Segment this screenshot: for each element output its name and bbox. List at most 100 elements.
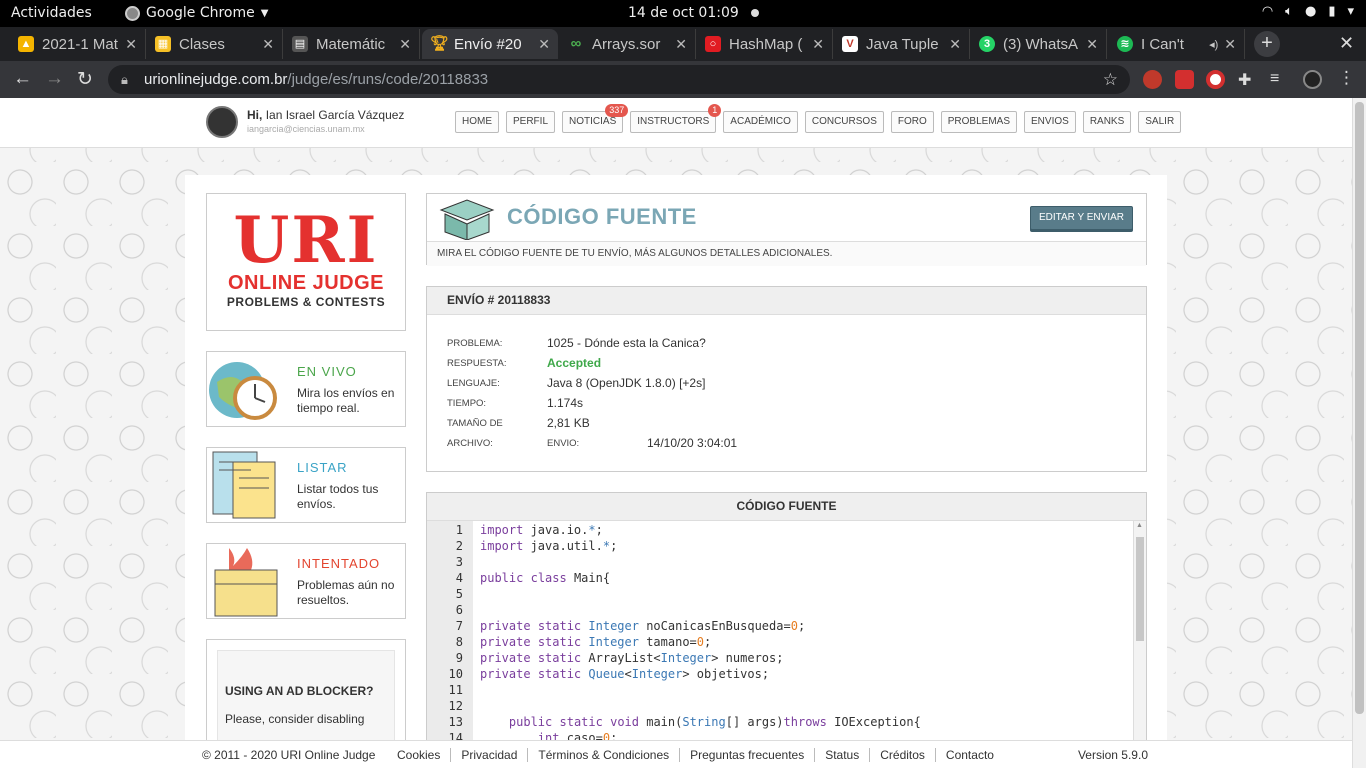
oracle-icon: ○	[705, 36, 721, 52]
nav-label: ACADÉMICO	[730, 116, 791, 127]
nav-foro[interactable]: FORO	[890, 111, 934, 133]
new-tab-button[interactable]: +	[1254, 31, 1280, 57]
avatar[interactable]	[206, 106, 238, 138]
line-number: 8	[455, 635, 463, 649]
tab-0[interactable]: ▲ 2021-1 Mat ✕	[10, 29, 146, 59]
menu-kebab-icon[interactable]: ⋮	[1338, 68, 1355, 88]
nav-noticias[interactable]: NOTICIAS 337	[562, 104, 629, 133]
open-box-icon	[439, 199, 495, 240]
footer-link-status[interactable]: Status	[815, 748, 871, 762]
window-close-icon[interactable]: ✕	[1339, 33, 1354, 54]
tab-7[interactable]: 3 (3) WhatsA ✕	[971, 29, 1107, 59]
nav-academico[interactable]: ACADÉMICO	[723, 111, 798, 133]
adblock-text: Please, consider disabling	[225, 712, 365, 726]
system-tray[interactable]: ◠ 🔈︎ ● ▮ ▾	[1262, 4, 1354, 19]
sidebar-item-intentado[interactable]: INTENTADO Problemas aún no resueltos.	[206, 543, 406, 619]
v-icon: V	[842, 36, 858, 52]
line-number: 5	[455, 587, 463, 601]
close-icon[interactable]: ✕	[399, 36, 411, 53]
sidebar-item-title: INTENTADO	[297, 556, 381, 571]
tab-1[interactable]: ▦ Clases ✕	[147, 29, 283, 59]
code-scrollbar[interactable]: ▲	[1133, 521, 1146, 768]
tab-6[interactable]: V Java Tuple ✕	[834, 29, 970, 59]
address-bar[interactable]: 🔒︎ urionlinejudge.com.br/judge/es/runs/c…	[108, 65, 1130, 94]
tab-8[interactable]: ≋ I Can't ◂) ✕	[1109, 29, 1245, 59]
media-queue-icon[interactable]: ≡	[1270, 70, 1279, 88]
back-icon[interactable]: ←	[13, 68, 32, 90]
nav-label: PERFIL	[513, 116, 549, 127]
code-line: public class Main{	[480, 571, 611, 585]
copyright: © 2011 - 2020 URI Online Judge	[202, 748, 376, 762]
close-icon[interactable]: ✕	[538, 36, 550, 53]
nav-envios[interactable]: ENVIOS	[1024, 111, 1076, 133]
user-greeting: Hi, Ian Israel García Vázquez	[247, 108, 404, 122]
close-icon[interactable]: ✕	[125, 36, 137, 53]
app-menu[interactable]: Google Chrome ▼	[125, 5, 268, 21]
code-line: import java.io.*;	[480, 523, 603, 537]
scroll-up-icon[interactable]: ▲	[1136, 522, 1143, 529]
tab-4[interactable]: ∞ Arrays.sor ✕	[560, 29, 696, 59]
browser-toolbar: ← → ↻ 🔒︎ urionlinejudge.com.br/judge/es/…	[0, 61, 1366, 98]
page-scrollbar[interactable]	[1352, 98, 1366, 768]
whatsapp-icon: 3	[979, 36, 995, 52]
line-number: 13	[448, 715, 463, 729]
bookmark-star-icon[interactable]: ☆	[1103, 65, 1118, 94]
nav-label: PROBLEMAS	[947, 116, 1011, 127]
forward-icon[interactable]: →	[45, 68, 64, 90]
close-icon[interactable]: ✕	[949, 36, 961, 53]
uri-logo[interactable]: URI ONLINE JUDGE PROBLEMS & CONTESTS	[206, 193, 406, 331]
list-documents-icon	[212, 451, 276, 519]
nav-ranks[interactable]: RANKS	[1082, 111, 1132, 133]
close-icon[interactable]: ✕	[1224, 36, 1236, 53]
clock[interactable]: 14 de oct 01:09	[628, 5, 739, 21]
footer-link-cookies[interactable]: Cookies	[397, 748, 452, 762]
trophy-icon: 🏆︎	[430, 35, 450, 52]
code-line: public static void main(String[] args)th…	[508, 715, 921, 729]
code-line: private static Integer tamano=0;	[480, 635, 712, 649]
line-number: 1	[455, 523, 463, 537]
version-label: Version 5.9.0	[1077, 748, 1148, 762]
nav-perfil[interactable]: PERFIL	[506, 111, 556, 133]
tab-label: HashMap (	[729, 35, 803, 53]
tab-2[interactable]: ▤ Matemátic ✕	[284, 29, 420, 59]
line-number: 10	[448, 667, 463, 681]
code-heading: CÓDIGO FUENTE	[427, 493, 1146, 521]
close-icon[interactable]: ✕	[812, 36, 824, 53]
nav-home[interactable]: HOME	[455, 111, 499, 133]
extension-red-icon[interactable]	[1143, 70, 1162, 89]
spotify-icon: ≋	[1117, 36, 1133, 52]
footer-link-contacto[interactable]: Contacto	[936, 748, 1004, 762]
nav-concursos[interactable]: CONCURSOS	[804, 111, 884, 133]
activities-button[interactable]: Actividades	[11, 5, 92, 21]
extension-media-icon[interactable]	[1175, 70, 1194, 89]
line-number: 9	[455, 651, 463, 665]
tab-3[interactable]: 🏆︎ Envío #20 ✕	[422, 29, 558, 59]
sidebar-item-en-vivo[interactable]: EN VIVO Mira los envíos en tiempo real.	[206, 351, 406, 427]
footer-link-privacidad[interactable]: Privacidad	[451, 748, 529, 762]
extension-adblock-icon[interactable]	[1206, 70, 1225, 89]
close-icon[interactable]: ✕	[675, 36, 687, 53]
footer-link-terminos[interactable]: Términos & Condiciones	[528, 748, 681, 762]
puzzle-extensions-icon[interactable]: ✚	[1238, 70, 1251, 90]
app-menu-label: Google Chrome	[146, 5, 255, 21]
site-footer: © 2011 - 2020 URI Online Judge Cookies P…	[0, 740, 1352, 768]
close-icon[interactable]: ✕	[262, 36, 274, 53]
main-nav: HOME PERFIL NOTICIAS 337 INSTRUCTORS 1 ACA…	[455, 104, 1182, 133]
nav-instructors[interactable]: INSTRUCTORS 1	[630, 104, 722, 133]
code-scrollbar-thumb[interactable]	[1136, 537, 1144, 641]
reload-icon[interactable]: ↻	[77, 68, 93, 91]
edit-and-submit-button[interactable]: EDITAR Y ENVIAR	[1029, 206, 1133, 230]
profile-avatar[interactable]	[1303, 70, 1322, 89]
close-icon[interactable]: ✕	[1086, 36, 1098, 53]
tab-5[interactable]: ○ HashMap ( ✕	[697, 29, 833, 59]
nav-salir[interactable]: SALIR	[1138, 111, 1182, 133]
sidebar-item-listar[interactable]: LISTAR Listar todos tus envíos.	[206, 447, 406, 523]
nav-problemas[interactable]: PROBLEMAS	[940, 111, 1018, 133]
page-scrollbar-thumb[interactable]	[1355, 102, 1364, 714]
footer-link-faq[interactable]: Preguntas frecuentes	[680, 748, 816, 762]
footer-link-creditos[interactable]: Créditos	[870, 748, 936, 762]
notification-dot-icon	[751, 9, 759, 17]
logo-main: URI	[233, 203, 379, 278]
nav-label: INSTRUCTORS	[637, 116, 710, 127]
lock-icon[interactable]: 🔒︎	[121, 65, 128, 94]
